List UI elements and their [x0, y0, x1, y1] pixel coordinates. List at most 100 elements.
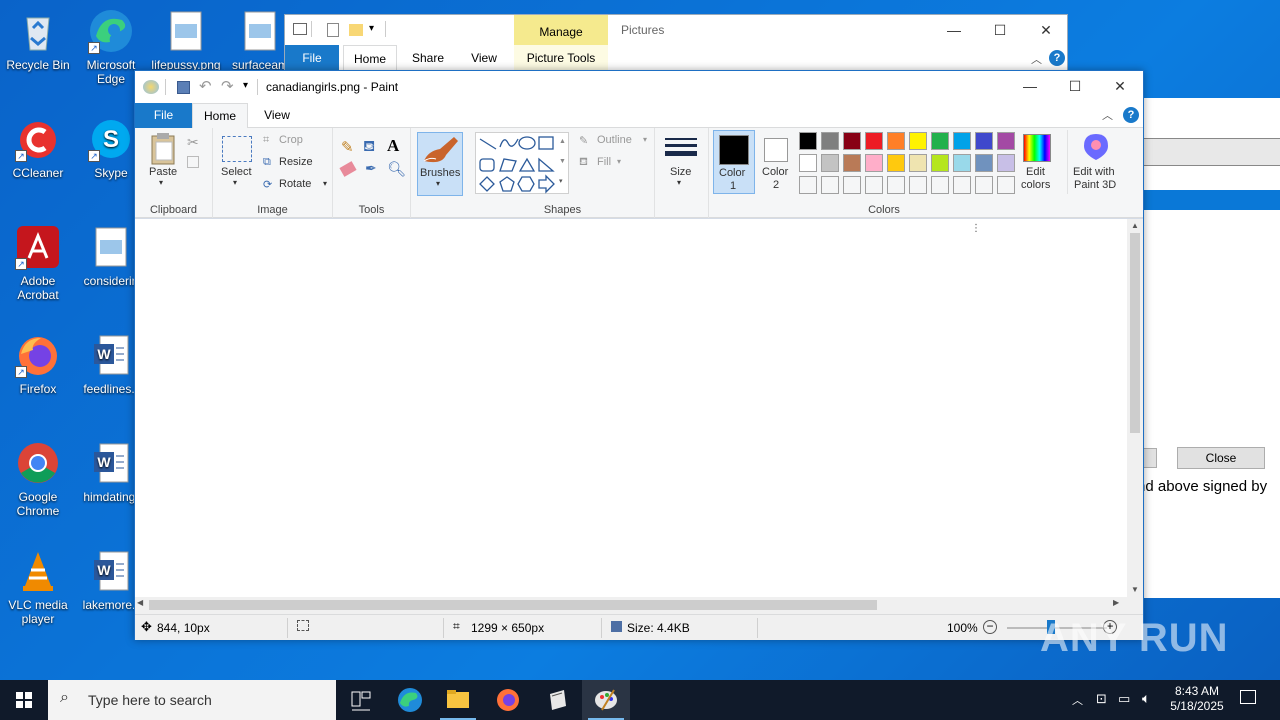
- background-window-button[interactable]: [1143, 448, 1157, 468]
- tab-home[interactable]: Home: [343, 45, 397, 73]
- vertical-scroll-thumb[interactable]: [1130, 233, 1140, 433]
- drawing-canvas[interactable]: ⋮: [135, 219, 1127, 597]
- tab-share[interactable]: Share: [403, 45, 453, 73]
- taskbar-app[interactable]: [534, 680, 582, 720]
- properties-icon[interactable]: [327, 23, 339, 37]
- custom-color-slot[interactable]: [865, 176, 883, 194]
- brushes-button[interactable]: Brushes ▾: [417, 132, 463, 196]
- manage-tab-header[interactable]: Manage: [514, 15, 608, 45]
- tab-view[interactable]: View: [461, 45, 507, 73]
- custom-color-slot[interactable]: [887, 176, 905, 194]
- tab-picture-tools[interactable]: Picture Tools: [514, 45, 608, 73]
- edit-colors-button[interactable]: Edit colors: [1015, 130, 1059, 194]
- desktop-icon-adobe-acrobat[interactable]: ↗ Adobe Acrobat: [0, 224, 76, 302]
- taskbar-file-explorer[interactable]: [434, 680, 482, 720]
- tab-file[interactable]: File: [285, 45, 339, 73]
- chevron-down-icon[interactable]: ▾: [369, 23, 374, 34]
- tab-file[interactable]: File: [135, 103, 192, 128]
- palette-swatch[interactable]: [799, 132, 817, 150]
- palette-swatch[interactable]: [953, 154, 971, 172]
- minimize-button[interactable]: —: [931, 15, 977, 45]
- edit-with-paint3d-button[interactable]: Edit with Paint 3D: [1067, 130, 1123, 194]
- desktop-icon-ccleaner[interactable]: ↗ CCleaner: [0, 116, 76, 180]
- close-button[interactable]: ✕: [1097, 71, 1143, 103]
- palette-swatch[interactable]: [997, 132, 1015, 150]
- undo-icon[interactable]: ↶: [199, 77, 212, 95]
- vertical-scrollbar[interactable]: ▲ ▼: [1127, 219, 1143, 597]
- pencil-icon[interactable]: ✎: [341, 138, 354, 156]
- cut-icon[interactable]: ✂: [187, 134, 199, 151]
- save-icon[interactable]: [177, 81, 190, 94]
- network-icon[interactable]: ⊡: [1096, 691, 1107, 707]
- rotate-button[interactable]: ⟳ Rotate ▾: [261, 176, 331, 194]
- resize-button[interactable]: ⧉ Resize: [261, 154, 321, 172]
- start-button[interactable]: [0, 680, 48, 720]
- horizontal-scroll-thumb[interactable]: [149, 600, 877, 610]
- text-tool-icon[interactable]: A: [387, 136, 399, 156]
- custom-color-slot[interactable]: [997, 176, 1015, 194]
- redo-icon[interactable]: ↷: [221, 77, 234, 95]
- maximize-button[interactable]: ☐: [1052, 71, 1098, 103]
- copy-icon[interactable]: [187, 156, 199, 168]
- palette-swatch[interactable]: [821, 154, 839, 172]
- color-picker-icon[interactable]: ✒: [365, 160, 377, 177]
- close-button[interactable]: ✕: [1023, 15, 1069, 45]
- desktop-icon-lifepussy[interactable]: lifepussy.png: [148, 8, 224, 72]
- desktop-icon-vlc[interactable]: VLC media player: [0, 548, 76, 626]
- palette-swatch[interactable]: [865, 154, 883, 172]
- help-icon[interactable]: ?: [1123, 107, 1139, 123]
- eraser-icon[interactable]: [339, 161, 357, 177]
- show-hidden-icons[interactable]: ︿: [1072, 692, 1083, 708]
- palette-swatch[interactable]: [799, 154, 817, 172]
- palette-swatch[interactable]: [843, 154, 861, 172]
- scroll-right-icon[interactable]: ▶: [1113, 598, 1119, 607]
- desktop-icon-firefox[interactable]: ↗ Firefox: [0, 332, 76, 396]
- palette-swatch[interactable]: [821, 132, 839, 150]
- palette-swatch[interactable]: [909, 154, 927, 172]
- palette-swatch[interactable]: [931, 154, 949, 172]
- monitor-icon[interactable]: ▭: [1118, 691, 1130, 707]
- palette-swatch[interactable]: [953, 132, 971, 150]
- shapes-scroll[interactable]: ▲ ▼ ▾: [559, 132, 569, 194]
- task-view-button[interactable]: [336, 680, 384, 720]
- magnifier-icon[interactable]: 🔍︎: [387, 160, 406, 178]
- close-button[interactable]: Close: [1177, 447, 1265, 469]
- select-button[interactable]: Select ▾: [219, 132, 255, 196]
- minimize-button[interactable]: —: [1007, 71, 1053, 103]
- zoom-out-button[interactable]: −: [983, 620, 997, 634]
- color1-button[interactable]: Color 1: [713, 130, 755, 194]
- collapse-ribbon-icon[interactable]: ︿: [1031, 51, 1042, 67]
- folder-icon[interactable]: [349, 24, 363, 36]
- palette-swatch[interactable]: [887, 154, 905, 172]
- outline-button[interactable]: ✎ Outline ▾: [577, 132, 653, 150]
- size-button[interactable]: Size ▾: [661, 132, 701, 196]
- taskbar-firefox[interactable]: [484, 680, 532, 720]
- fill-bucket-icon[interactable]: ⛾: [363, 138, 375, 157]
- tab-home[interactable]: Home: [192, 103, 248, 128]
- maximize-button[interactable]: ☐: [977, 15, 1023, 45]
- horizontal-scrollbar[interactable]: ◀ ▶: [135, 597, 1127, 613]
- collapse-ribbon-icon[interactable]: ︿: [1102, 107, 1113, 123]
- custom-color-slot[interactable]: [799, 176, 817, 194]
- taskbar-paint[interactable]: [582, 680, 630, 720]
- palette-swatch[interactable]: [975, 132, 993, 150]
- palette-swatch[interactable]: [931, 132, 949, 150]
- custom-color-slot[interactable]: [843, 176, 861, 194]
- palette-swatch[interactable]: [909, 132, 927, 150]
- quick-access-dropdown-icon[interactable]: ▾: [243, 80, 248, 91]
- palette-swatch[interactable]: [997, 154, 1015, 172]
- taskbar-edge[interactable]: [386, 680, 434, 720]
- fill-button[interactable]: ⛾ Fill ▾: [577, 154, 633, 172]
- custom-color-slot[interactable]: [975, 176, 993, 194]
- palette-swatch[interactable]: [843, 132, 861, 150]
- color2-button[interactable]: Color 2: [759, 130, 795, 194]
- volume-icon[interactable]: 🔈︎: [1142, 690, 1150, 707]
- palette-swatch[interactable]: [865, 132, 883, 150]
- scroll-left-icon[interactable]: ◀: [137, 598, 143, 607]
- paste-button[interactable]: Paste ▾: [143, 132, 183, 196]
- taskbar-search[interactable]: ⌕ Type here to search: [48, 680, 336, 720]
- help-icon[interactable]: ?: [1049, 50, 1065, 66]
- shapes-gallery[interactable]: [475, 132, 569, 194]
- clock[interactable]: 8:43 AM 5/18/2025: [1166, 684, 1228, 714]
- palette-swatch[interactable]: [887, 132, 905, 150]
